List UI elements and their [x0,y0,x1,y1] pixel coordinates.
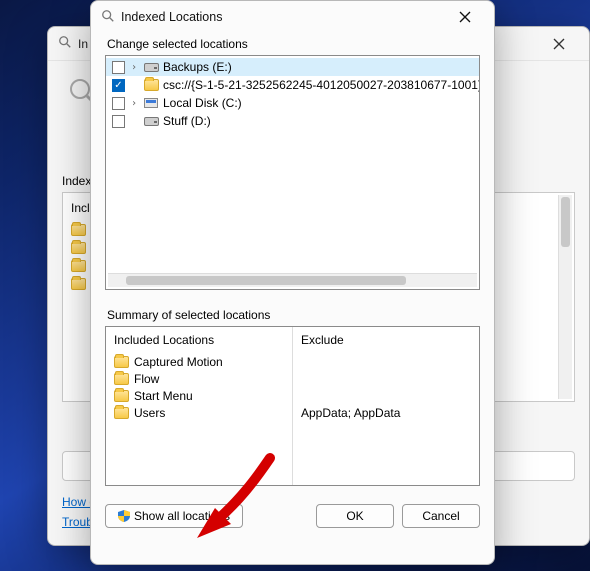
folder-icon [114,390,129,402]
checkbox[interactable]: ✓ [112,79,125,92]
search-icon [58,35,72,52]
expand-toggle[interactable]: › [129,62,139,73]
checkbox[interactable] [112,61,125,74]
show-all-locations-button[interactable]: Show all locations [105,504,243,528]
included-header: Included Locations [114,333,284,347]
checkbox[interactable] [112,115,125,128]
button-label: Cancel [422,509,459,523]
dialog-button-bar: Show all locations OK Cancel [105,504,480,528]
folder-icon [114,356,129,368]
included-column: Included Locations Captured Motion Flow … [106,327,292,485]
folder-icon [71,260,86,272]
locations-tree: › Backups (E:) ✓ csc://{S-1-5-21-3252562… [105,55,480,290]
folder-icon [143,78,159,92]
cancel-button[interactable]: Cancel [402,504,480,528]
drive-icon [143,114,159,128]
summary-box: Included Locations Captured Motion Flow … [105,326,480,486]
exclude-row [301,387,471,404]
uac-shield-icon [118,510,130,522]
summary-row[interactable]: Users [114,404,284,421]
disk-icon [143,96,159,110]
scrollbar-vertical[interactable] [558,195,572,399]
folder-icon [114,373,129,385]
exclude-row: AppData; AppData [301,404,471,421]
expand-toggle[interactable]: › [129,98,139,109]
folder-icon [114,407,129,419]
folder-icon [71,242,86,254]
ok-button[interactable]: OK [316,504,394,528]
scrollbar-thumb[interactable] [126,276,406,285]
tree-item-label: Stuff (D:) [163,114,211,128]
indexed-locations-dialog: Indexed Locations Change selected locati… [90,0,495,565]
close-button[interactable] [446,4,484,30]
change-locations-label: Change selected locations [107,37,480,51]
button-label: Show all locations [134,509,230,523]
back-window-title: In [78,37,88,51]
checkbox[interactable] [112,97,125,110]
tree-item-label: Backups (E:) [163,60,232,74]
exclude-row [301,370,471,387]
exclude-header: Exclude [301,333,471,347]
tree-item-stuff[interactable]: Stuff (D:) [106,112,479,130]
summary-row[interactable]: Start Menu [114,387,284,404]
tree-item-label: csc://{S-1-5-21-3252562245-4012050027-20… [163,78,480,92]
search-icon [101,9,115,26]
tree-item-local-disk[interactable]: › Local Disk (C:) [106,94,479,112]
scrollbar-thumb[interactable] [561,197,570,247]
drive-icon [143,60,159,74]
summary-row[interactable]: Flow [114,370,284,387]
button-label: OK [346,509,363,523]
folder-icon [71,278,86,290]
tree-item-csc[interactable]: ✓ csc://{S-1-5-21-3252562245-4012050027-… [106,76,479,94]
folder-icon [71,224,86,236]
close-button[interactable] [539,30,579,58]
dialog-title: Indexed Locations [121,10,222,24]
exclude-column: Exclude AppData; AppData [292,327,479,485]
scrollbar-horizontal[interactable] [108,273,477,287]
front-titlebar: Indexed Locations [91,1,494,33]
tree-item-label: Local Disk (C:) [163,96,242,110]
summary-label: Summary of selected locations [107,308,480,322]
tree-item-backups[interactable]: › Backups (E:) [106,58,479,76]
exclude-row [301,353,471,370]
summary-row[interactable]: Captured Motion [114,353,284,370]
